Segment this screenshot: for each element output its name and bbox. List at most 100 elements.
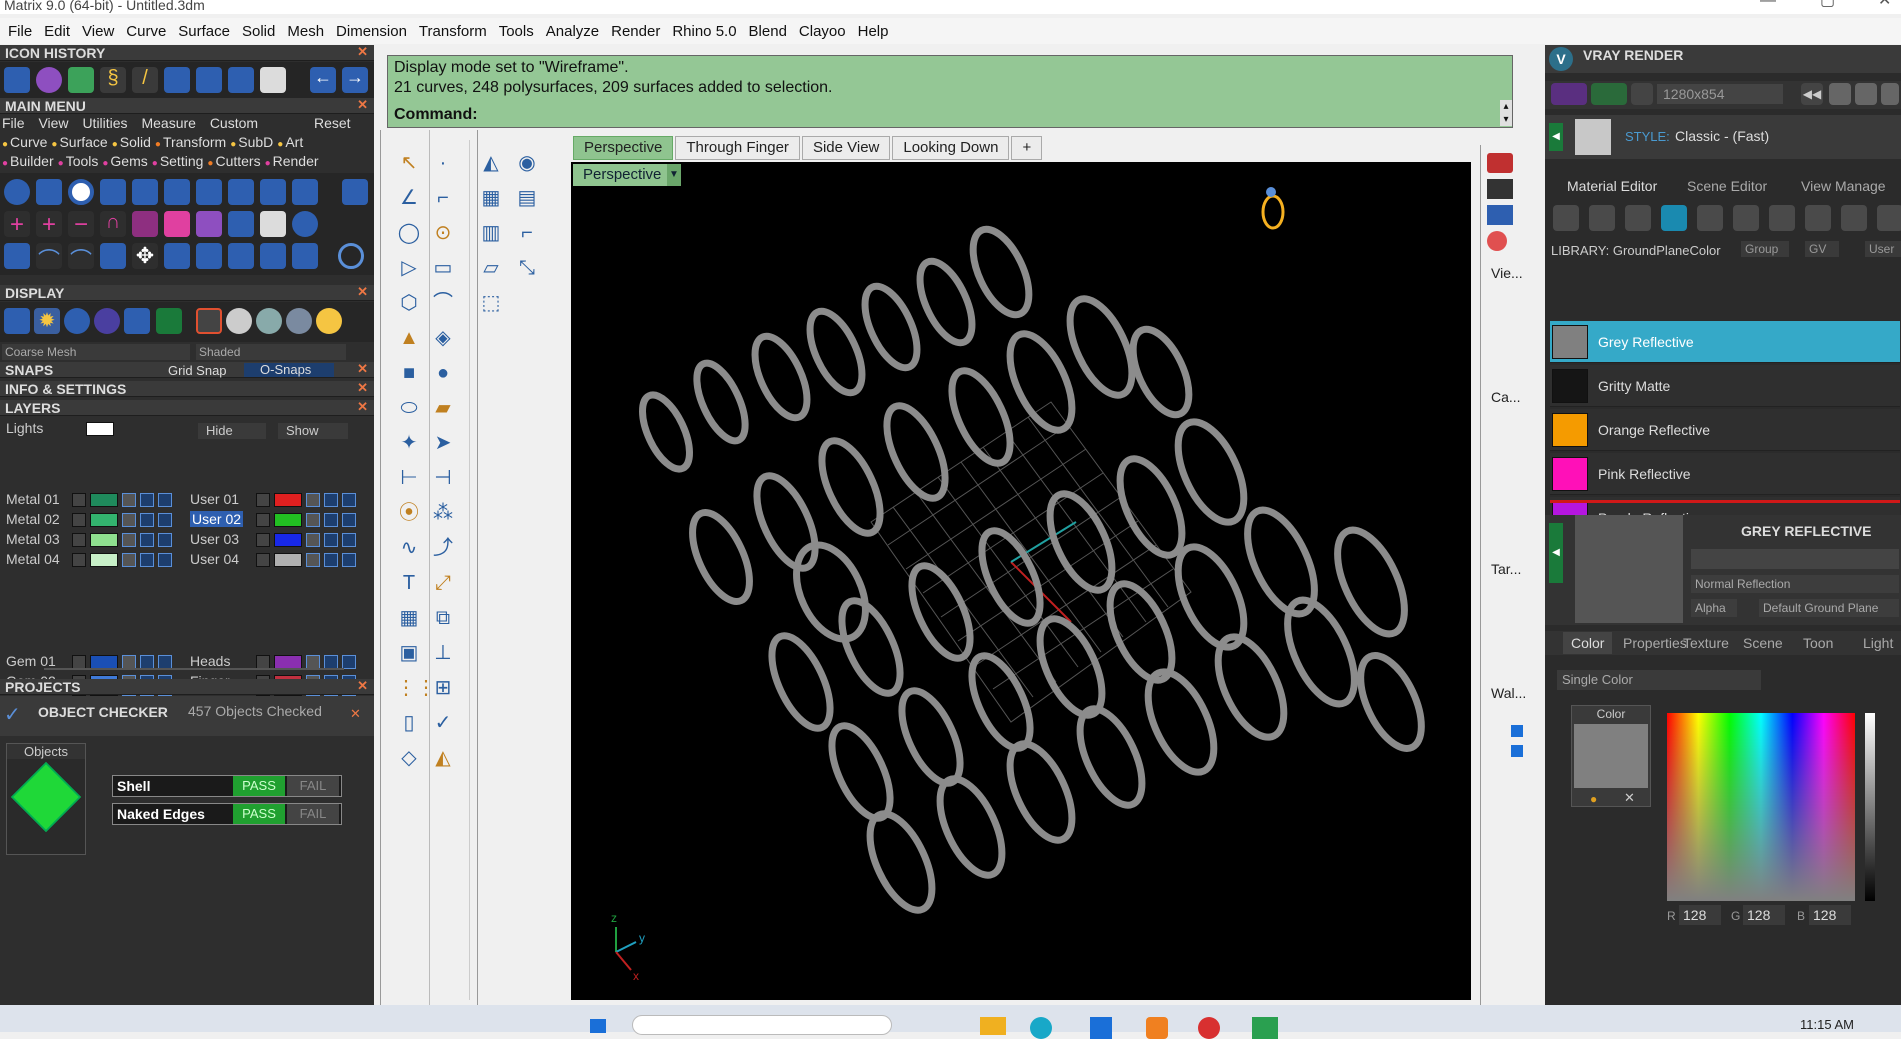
gem-icon[interactable] xyxy=(68,67,94,93)
render-sphere-icon[interactable] xyxy=(94,308,120,334)
ellipse-icon[interactable]: ⊙ xyxy=(430,220,456,246)
osnaps-toggle[interactable]: O-Snaps xyxy=(244,363,334,377)
rectangle-icon[interactable]: ▭ xyxy=(430,255,456,281)
trim-icon[interactable] xyxy=(292,243,318,269)
plus-node-icon[interactable]: + xyxy=(36,211,62,238)
fillet-icon[interactable]: ⌒ xyxy=(430,290,456,316)
layer-color[interactable] xyxy=(274,553,302,567)
ring-models[interactable] xyxy=(633,221,1434,919)
ground-plane-select[interactable]: Default Ground Plane xyxy=(1759,599,1899,617)
tab-material-editor[interactable]: Material Editor xyxy=(1567,175,1657,197)
gear-icon[interactable] xyxy=(1877,205,1901,231)
lock-icon[interactable] xyxy=(306,493,320,507)
blend-icon[interactable]: ⌐ xyxy=(514,220,540,246)
ring-model[interactable] xyxy=(744,329,817,426)
visibility-icon[interactable] xyxy=(140,553,154,567)
close-icon[interactable]: ✕ xyxy=(1878,0,1891,9)
fail-button[interactable]: FAIL xyxy=(287,776,339,796)
main-menu-custom[interactable]: Custom xyxy=(210,115,258,131)
line-icon[interactable]: / xyxy=(132,67,158,93)
measure-icon[interactable]: ⊞ xyxy=(430,675,456,701)
ring-model[interactable] xyxy=(970,522,1052,631)
lock-icon[interactable] xyxy=(306,533,320,547)
ring-model[interactable] xyxy=(927,770,1014,885)
grid-view-icon[interactable] xyxy=(1855,83,1877,105)
mesh-quality-select[interactable]: Coarse Mesh xyxy=(2,344,190,360)
category-tools[interactable]: Tools xyxy=(66,153,99,169)
grid-icon[interactable] xyxy=(342,179,368,205)
extrude-icon[interactable]: ▲ xyxy=(396,325,422,351)
views-label[interactable]: Vie... xyxy=(1491,265,1523,281)
group-select[interactable]: Group xyxy=(1741,241,1789,257)
expand-arrow-icon[interactable] xyxy=(256,553,270,567)
shaded-sphere-icon[interactable] xyxy=(64,308,90,334)
checkbox[interactable] xyxy=(1511,725,1523,737)
lock-icon[interactable] xyxy=(122,493,136,507)
layer-color[interactable] xyxy=(90,493,118,507)
main-menu-header[interactable]: MAIN MENU ✕ xyxy=(0,97,374,114)
polygon-icon[interactable]: ▷ xyxy=(396,255,422,281)
layer-row[interactable]: User 04 xyxy=(190,550,360,569)
lights-layer[interactable]: Lights xyxy=(6,419,43,438)
doc-icon[interactable]: ▯ xyxy=(396,710,422,736)
columns-icon[interactable] xyxy=(100,243,126,269)
add-tab-button[interactable]: + xyxy=(1011,136,1043,160)
circle-outline-icon[interactable] xyxy=(338,243,364,269)
resolution-select[interactable]: 1280x854 xyxy=(1657,84,1783,104)
visibility-icon[interactable] xyxy=(324,513,338,527)
tab-color[interactable]: Color xyxy=(1563,632,1613,654)
expand-arrow-icon[interactable] xyxy=(256,655,270,669)
search-input[interactable] xyxy=(632,1015,892,1035)
visibility-icon[interactable] xyxy=(158,655,172,669)
brightness-slider[interactable] xyxy=(1865,713,1875,901)
split-tool-icon[interactable]: ⊢ xyxy=(396,465,422,491)
layer-color[interactable] xyxy=(90,513,118,527)
pattern-icon[interactable] xyxy=(1733,205,1759,231)
color-swatch[interactable] xyxy=(1574,724,1648,788)
expand-arrow-icon[interactable] xyxy=(256,513,270,527)
display-mode-select[interactable]: Shaded xyxy=(196,344,346,360)
target-label[interactable]: Tar... xyxy=(1491,561,1521,577)
group-tool-icon[interactable]: ⁂ xyxy=(430,500,456,526)
visibility-icon[interactable] xyxy=(140,655,154,669)
sweep-icon[interactable]: ◭ xyxy=(478,150,504,176)
visibility-icon[interactable] xyxy=(324,655,338,669)
command-scroll[interactable]: ▴ ▾ xyxy=(1500,100,1512,126)
ring-model[interactable] xyxy=(745,467,827,576)
gumball-icon[interactable]: ✦ xyxy=(396,430,422,456)
viewport-label[interactable]: Perspective ▼ xyxy=(573,164,681,186)
command-prompt[interactable]: Command: xyxy=(394,106,478,124)
surface-icon[interactable]: ◈ xyxy=(430,325,456,351)
ring-model[interactable] xyxy=(799,304,872,401)
ring-model[interactable] xyxy=(857,805,944,920)
text-icon[interactable]: T xyxy=(396,570,422,596)
visibility-icon[interactable] xyxy=(342,533,356,547)
layers-splitter[interactable] xyxy=(44,668,344,670)
menu-solid[interactable]: Solid xyxy=(238,23,283,40)
layer-row[interactable]: Metal 04 xyxy=(6,550,176,569)
ring-icon[interactable] xyxy=(68,179,94,205)
tab-perspective[interactable]: Perspective xyxy=(573,136,674,160)
viewport[interactable]: z y x xyxy=(571,162,1471,1000)
app-icon[interactable] xyxy=(1090,1017,1112,1039)
arc-tool-icon[interactable]: ∿ xyxy=(396,535,422,561)
curve-point-icon[interactable]: ⌐ xyxy=(430,185,456,211)
walk-label[interactable]: Wal... xyxy=(1491,685,1526,701)
scale-icon[interactable] xyxy=(196,243,222,269)
category-solid[interactable]: Solid xyxy=(120,134,151,150)
square-icon[interactable] xyxy=(1661,205,1687,231)
layer-row[interactable]: User 02 xyxy=(190,510,360,529)
solid-box-icon[interactable]: ▣ xyxy=(396,640,422,666)
glass-sphere-icon[interactable] xyxy=(286,308,312,334)
visibility-icon[interactable] xyxy=(158,513,172,527)
menu-help[interactable]: Help xyxy=(854,23,897,40)
close-icon[interactable]: ✕ xyxy=(357,399,368,415)
menu-tools[interactable]: Tools xyxy=(495,23,542,40)
screenshot-icon[interactable] xyxy=(124,308,150,334)
chevron-down-icon[interactable]: ▼ xyxy=(667,164,681,186)
hatch-icon[interactable] xyxy=(1697,205,1723,231)
visibility-icon[interactable] xyxy=(140,493,154,507)
lock-icon[interactable] xyxy=(122,655,136,669)
color-wheel-icon[interactable] xyxy=(1487,231,1507,251)
offset-curve-icon[interactable]: ⌒ xyxy=(68,243,94,273)
